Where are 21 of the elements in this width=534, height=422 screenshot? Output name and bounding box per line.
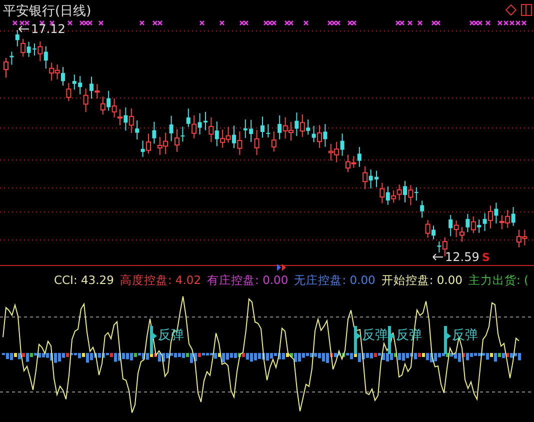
flag-icon [388,326,396,354]
high-price-label: 17.12 [31,22,66,36]
indicator-value: 无庄控盘: 0.00 [294,272,376,288]
square-icon[interactable] [521,4,532,16]
double-arrow-icon [277,264,287,271]
low-price-label: 12.59 [445,250,480,264]
flag-icon [444,326,452,354]
signal-label: 反弹 [362,327,388,344]
sell-mark: S [482,251,490,264]
diamond-icon[interactable] [505,4,517,16]
indicator-value: 主力出货: ( [468,272,528,288]
flag-icon [150,326,158,354]
arrow-icon [432,253,444,261]
chart-title: 平安银行(日线) [3,3,92,20]
indicator-value: 高度控盘: 4.02 [120,272,202,288]
flag-icon [354,326,362,354]
indicator-value: CCI: 43.29 [54,273,114,287]
indicator-value: 有庄控盘: 0.00 [207,272,288,288]
signal-label: 反弹 [452,327,478,344]
indicator-value: 开始控盘: 0.00 [381,272,462,288]
arrow-icon [18,25,30,33]
